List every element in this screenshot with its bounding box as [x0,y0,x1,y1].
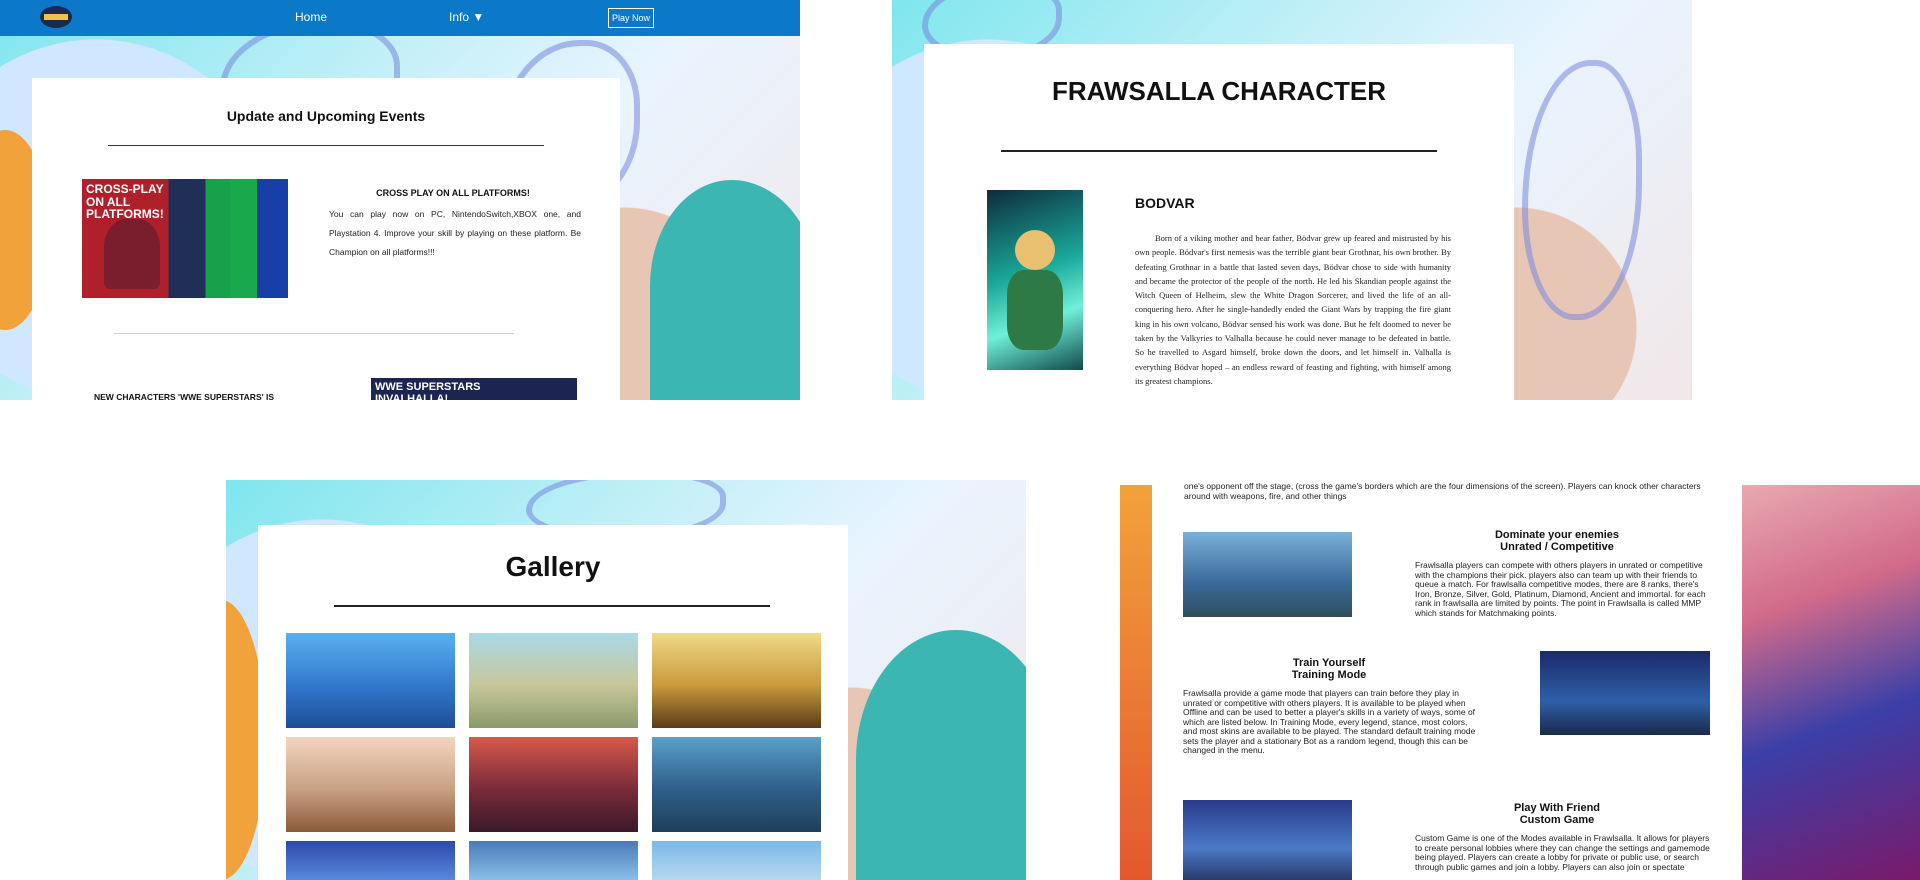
wwe-banner-image: WWE SUPERSTARS INVALHALLA! [371,378,577,400]
gallery-card: Gallery [258,525,848,880]
mode-subtitle: Unrated / Competitive [1500,541,1614,553]
mode-title: Play With Friend [1513,802,1601,814]
crossplay-banner-image: CROSS-PLAY ON ALL PLATFORMS! [82,179,288,298]
mode-body: Custom Game is one of the Modes availabl… [1415,833,1710,872]
nav-info-dropdown[interactable]: Info ▼ [449,10,484,24]
gallery-image[interactable] [286,841,455,880]
gallery-image[interactable] [286,737,455,832]
page-title: FRAWSALLA CHARACTER [1051,76,1387,106]
bodvar-portrait [987,190,1083,370]
mode-image [1183,800,1352,880]
gallery-image[interactable] [469,737,638,832]
nav-home-link[interactable]: Home [295,10,327,24]
banner-title: CROSS-PLAY ON ALL PLATFORMS! [86,182,164,222]
character-page-screenshot: FRAWSALLA CHARACTER BODVAR Born of a vik… [892,0,1692,400]
mode-body: Frawlsalla players can compete with othe… [1415,560,1706,618]
top-navbar: Home Info ▼ Play Now [0,0,800,36]
portrait-body [1007,270,1063,350]
character-bio: Born of a viking mother and bear father,… [1135,233,1451,386]
gallery-image[interactable] [652,737,821,832]
intro-text: one's opponent off the stage, (cross the… [1184,481,1701,501]
mode-body: Frawlsalla provide a game mode that play… [1183,688,1476,755]
divider [1001,150,1437,152]
gallery-image[interactable] [652,633,821,728]
mode-image [1183,532,1352,617]
section-title: Update and Upcoming Events [226,108,426,124]
events-page-screenshot: Home Info ▼ Play Now Update and Upcoming… [0,0,800,400]
mode-subtitle: Training Mode [1291,669,1367,681]
banner-character [104,219,160,289]
mode-title: Dominate your enemies [1494,529,1620,541]
page-title: Gallery [505,551,601,582]
modes-card: one's opponent off the stage, (cross the… [1152,480,1742,880]
event-body: You can play now on PC, NintendoSwitch,X… [329,209,581,257]
gallery-image[interactable] [469,841,638,880]
mode-subtitle: Custom Game [1519,814,1595,826]
event-separator [114,333,514,334]
divider [334,605,770,607]
event-heading: CROSS PLAY ON ALL PLATFORMS! [376,188,530,198]
site-logo[interactable] [38,4,74,30]
character-name: BODVAR [1135,195,1195,211]
background-character-shape [1120,485,1152,880]
play-now-button[interactable]: Play Now [608,8,654,28]
gallery-page-screenshot: Gallery [226,480,1026,880]
mode-title: Train Yourself [1292,657,1366,669]
background-character-shape [1742,485,1920,880]
event-heading: NEW CHARACTERS 'WWE SUPERSTARS' IS [94,392,275,400]
game-modes-page-screenshot: one's opponent off the stage, (cross the… [1120,480,1920,880]
character-card: FRAWSALLA CHARACTER BODVAR Born of a vik… [924,44,1514,400]
gallery-image[interactable] [469,633,638,728]
background-character-shape [650,180,800,400]
gallery-image[interactable] [286,633,455,728]
events-card: Update and Upcoming Events CROSS-PLAY ON… [32,78,620,400]
gallery-image[interactable] [652,841,821,880]
portrait-head [1015,230,1055,270]
mode-image [1540,651,1710,735]
banner-title: WWE SUPERSTARS INVALHALLA! [375,381,481,400]
divider [108,145,544,146]
